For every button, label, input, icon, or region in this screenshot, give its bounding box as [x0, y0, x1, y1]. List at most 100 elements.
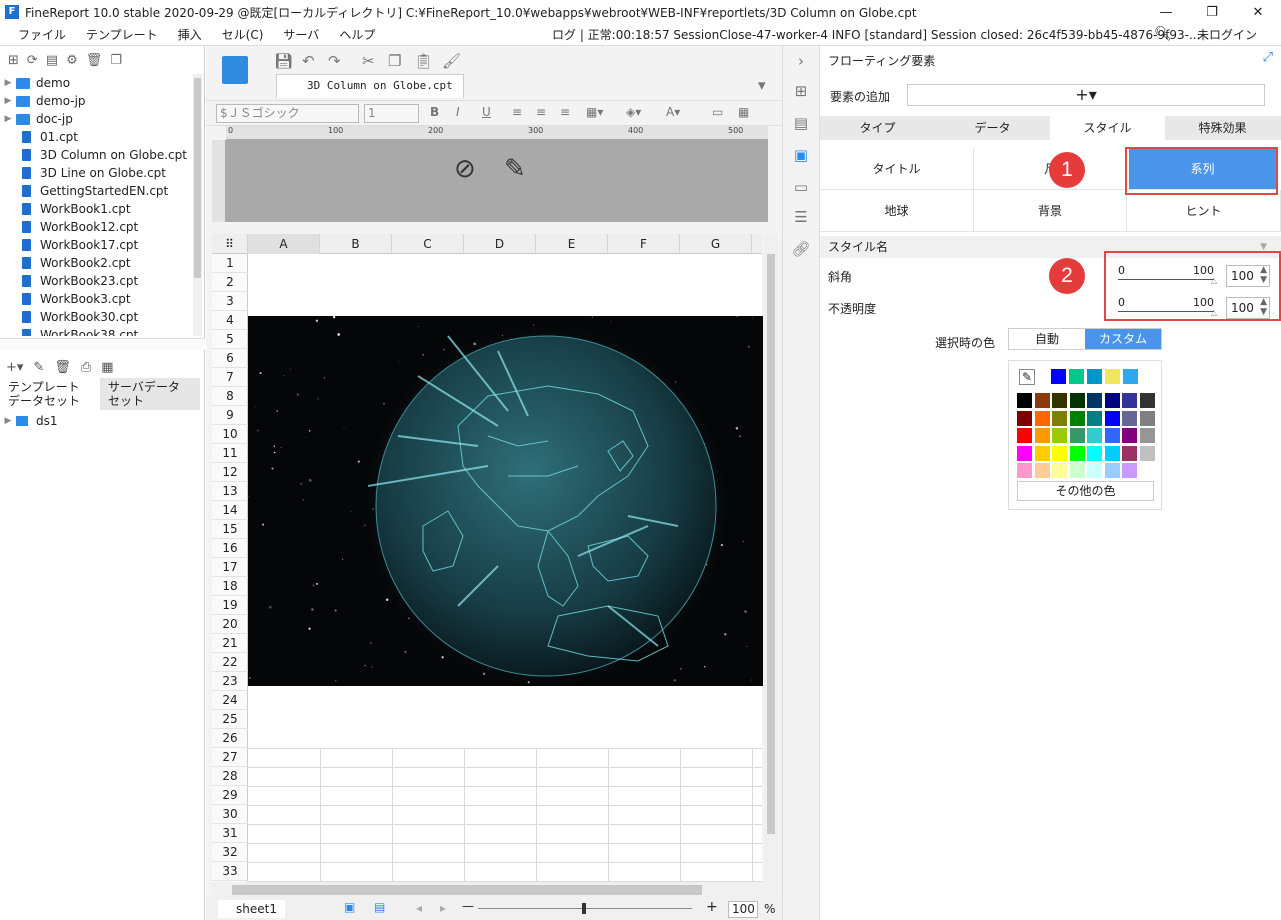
- row-header[interactable]: 6: [212, 349, 248, 368]
- parameter-pane[interactable]: ⊘ ✎: [226, 140, 768, 222]
- add-dataset-icon[interactable]: +▾: [6, 360, 23, 375]
- color-swatch[interactable]: [1034, 463, 1050, 478]
- delete-icon[interactable]: 🗑︎: [86, 53, 103, 68]
- menu-help[interactable]: ヘルプ: [329, 26, 385, 43]
- row-header[interactable]: 18: [212, 577, 248, 596]
- search-icon[interactable]: 🔍︎: [1154, 26, 1172, 42]
- row-header[interactable]: 23: [212, 672, 248, 691]
- color-swatch[interactable]: [1122, 393, 1137, 408]
- color-swatch[interactable]: [1139, 463, 1155, 478]
- floating-element-icon[interactable]: ▣: [791, 146, 811, 164]
- menu-template[interactable]: テンプレート: [76, 26, 168, 43]
- tree-scrollbar[interactable]: [193, 74, 202, 336]
- tab-template-dataset[interactable]: テンプレート データセット: [0, 378, 100, 410]
- eyedropper-icon[interactable]: ✎: [1019, 369, 1035, 385]
- template-type-icon[interactable]: [222, 56, 248, 84]
- widget-icon[interactable]: ▭: [791, 178, 811, 196]
- tab-menu-icon[interactable]: ▾: [758, 76, 766, 94]
- format-painter-icon[interactable]: 🖌︎: [442, 52, 461, 70]
- copy-icon[interactable]: ❐: [110, 53, 122, 68]
- next-sheet-icon[interactable]: ▸: [440, 901, 446, 915]
- settings-icon[interactable]: ⚙: [66, 53, 78, 68]
- tree-folder[interactable]: ▶ doc-jp: [0, 110, 193, 128]
- color-swatch[interactable]: [1017, 445, 1032, 461]
- color-swatch[interactable]: [1087, 369, 1102, 384]
- new-folder-icon[interactable]: ⊞: [8, 53, 19, 68]
- column-header[interactable]: B: [320, 234, 392, 254]
- panel-divider[interactable]: [0, 338, 205, 350]
- italic-icon[interactable]: I: [456, 105, 460, 119]
- tab-type[interactable]: タイプ: [820, 116, 935, 140]
- color-swatch[interactable]: [1104, 393, 1120, 408]
- color-swatch[interactable]: [1069, 428, 1085, 443]
- row-header[interactable]: 2: [212, 273, 248, 292]
- expand-arrow-icon[interactable]: ›: [791, 52, 811, 70]
- color-swatch[interactable]: [1139, 428, 1155, 443]
- row-header[interactable]: 20: [212, 615, 248, 634]
- restore-icon[interactable]: ❐: [1189, 0, 1235, 24]
- row-header[interactable]: 11: [212, 444, 248, 463]
- bold-icon[interactable]: B: [430, 105, 439, 119]
- cell-element-icon[interactable]: ▤: [791, 114, 811, 132]
- color-swatch[interactable]: [1123, 369, 1138, 384]
- hyperlink-icon[interactable]: 🔗︎: [791, 240, 811, 258]
- color-swatch[interactable]: [1034, 393, 1050, 408]
- row-header[interactable]: 33: [212, 862, 248, 881]
- color-swatch[interactable]: [1087, 428, 1102, 443]
- opacity-slider[interactable]: 0 100 △: [1118, 296, 1217, 318]
- split-icon[interactable]: ▦: [738, 105, 749, 119]
- custom-option[interactable]: カスタム: [1085, 329, 1161, 349]
- zoom-input[interactable]: 100: [728, 901, 758, 918]
- menu-server[interactable]: サーバ: [273, 26, 329, 43]
- row-header[interactable]: 7: [212, 368, 248, 387]
- color-swatch[interactable]: [1122, 445, 1137, 461]
- zoom-out-icon[interactable]: —: [462, 899, 474, 913]
- log-status[interactable]: ログ | 正常:00:18:57 SessionClose-47-worker-…: [552, 26, 1200, 43]
- row-header[interactable]: 29: [212, 786, 248, 805]
- add-element-button[interactable]: +▾: [907, 84, 1265, 106]
- row-header[interactable]: 27: [212, 748, 248, 767]
- row-header[interactable]: 13: [212, 482, 248, 501]
- tree-file[interactable]: WorkBook3.cpt: [0, 290, 193, 308]
- color-swatch[interactable]: [1122, 463, 1137, 478]
- row-header[interactable]: 17: [212, 558, 248, 577]
- login-status[interactable]: 未ログイン: [1197, 26, 1257, 43]
- color-swatch[interactable]: [1087, 445, 1102, 461]
- cut-icon[interactable]: ✂: [362, 52, 375, 70]
- preview-icon[interactable]: ⎙: [81, 360, 91, 375]
- undo-icon[interactable]: ↶: [302, 52, 315, 70]
- cell-attribute-icon[interactable]: ⊞: [791, 82, 811, 100]
- row-header[interactable]: 10: [212, 425, 248, 444]
- edit-icon[interactable]: ✎: [33, 360, 44, 375]
- edit-pencil-icon[interactable]: ✎: [504, 154, 526, 184]
- add-sheet-icon[interactable]: ▣: [344, 900, 355, 914]
- column-header[interactable]: D: [464, 234, 536, 254]
- row-header[interactable]: 31: [212, 824, 248, 843]
- spinner-icon[interactable]: ▲ ▼: [1260, 265, 1267, 285]
- spinner-icon[interactable]: ▲ ▼: [1260, 297, 1267, 317]
- hide-eye-icon[interactable]: ⊘: [454, 154, 476, 184]
- color-swatch[interactable]: [1017, 428, 1032, 443]
- row-header[interactable]: 19: [212, 596, 248, 615]
- menu-insert[interactable]: 挿入: [168, 26, 212, 43]
- font-select[interactable]: $ＪＳゴシック: [216, 104, 359, 123]
- row-header[interactable]: 14: [212, 501, 248, 520]
- row-header[interactable]: 21: [212, 634, 248, 653]
- row-header[interactable]: 28: [212, 767, 248, 786]
- refresh-icon[interactable]: ⟳: [27, 53, 38, 68]
- row-header[interactable]: 25: [212, 710, 248, 729]
- row-header[interactable]: 12: [212, 463, 248, 482]
- tab-special-effects[interactable]: 特殊効果: [1165, 116, 1280, 140]
- redo-icon[interactable]: ↷: [328, 52, 341, 70]
- tab-data[interactable]: データ: [935, 116, 1050, 140]
- minimize-icon[interactable]: —: [1143, 0, 1189, 24]
- row-header[interactable]: 24: [212, 691, 248, 710]
- row-header[interactable]: 22: [212, 653, 248, 672]
- color-swatch[interactable]: [1017, 393, 1032, 408]
- file-tab[interactable]: 3D Column on Globe.cpt: [276, 74, 464, 98]
- row-header[interactable]: 4: [212, 311, 248, 330]
- bevel-slider[interactable]: 0 100 △: [1118, 264, 1217, 286]
- opacity-input[interactable]: 100 ▲ ▼: [1226, 297, 1270, 319]
- color-swatch[interactable]: [1139, 393, 1155, 408]
- color-swatch[interactable]: [1105, 369, 1120, 384]
